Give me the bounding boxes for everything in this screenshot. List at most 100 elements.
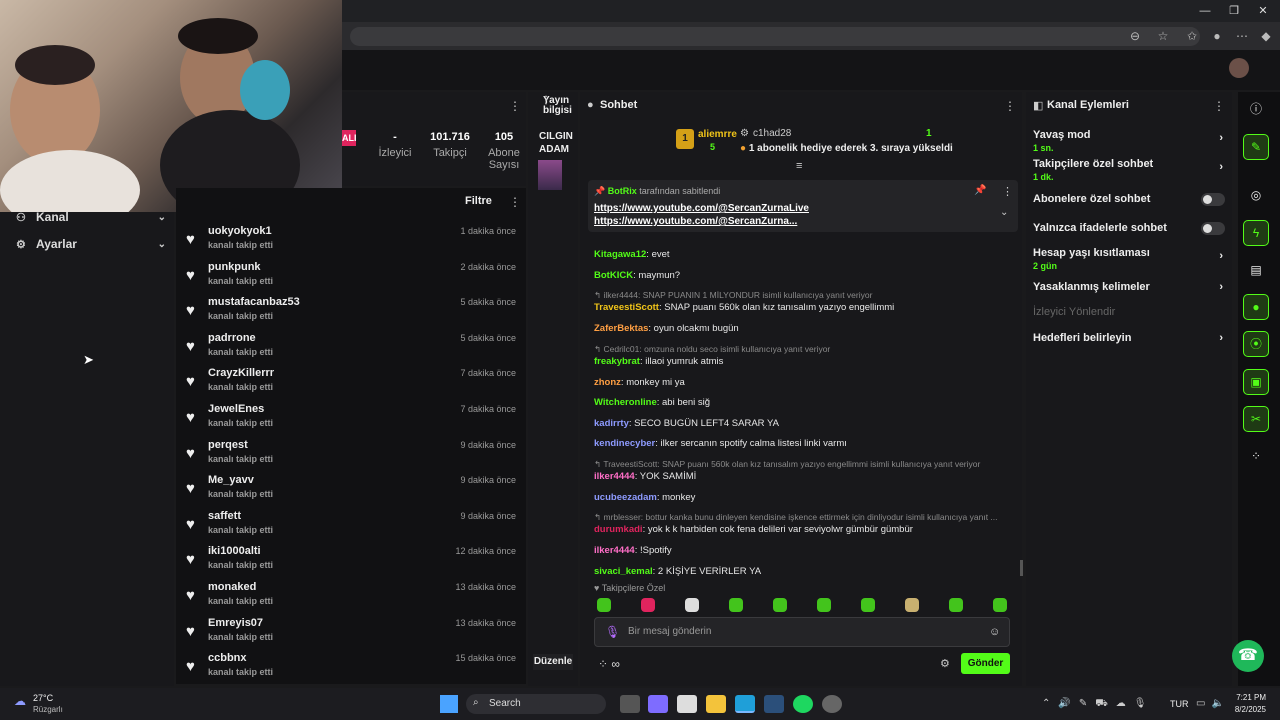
- chat-message[interactable]: freakybrat: illaoi yumruk atmis: [594, 356, 1014, 367]
- chat-username[interactable]: Witcheronline: [594, 397, 657, 408]
- follows-menu-icon[interactable]: ⋮: [509, 195, 521, 209]
- action-account-age[interactable]: Hesap yaşı kısıtlaması 2 gün ›: [1033, 247, 1225, 271]
- chevron-down-icon[interactable]: ⌄: [1000, 207, 1008, 218]
- favorites-icon[interactable]: ✩: [1183, 28, 1201, 44]
- follower-name[interactable]: Me_yavv: [208, 474, 254, 486]
- chat-username[interactable]: ucubeezadam: [594, 492, 657, 503]
- copilot-app-icon[interactable]: [648, 695, 668, 713]
- follow-row[interactable]: ♥ punkpunk kanalı takip etti 2 dakika önce: [186, 261, 516, 295]
- follower-name[interactable]: monaked: [208, 581, 256, 593]
- chat-settings-gear-icon[interactable]: ⚙: [940, 657, 950, 670]
- edit-icon[interactable]: ✎: [1243, 134, 1269, 160]
- maximize-button[interactable]: ❐: [1219, 3, 1249, 19]
- chat-username[interactable]: TraveestiScott: [594, 302, 659, 313]
- chat-username[interactable]: kendinecyber: [594, 438, 655, 449]
- obs-icon[interactable]: [822, 695, 842, 713]
- emote[interactable]: [597, 598, 611, 612]
- stats-menu-icon[interactable]: ⋮: [509, 99, 521, 113]
- printer-icon[interactable]: ▣: [1243, 369, 1269, 395]
- document-icon[interactable]: ▤: [1243, 257, 1269, 283]
- emote[interactable]: [949, 598, 963, 612]
- actions-menu-icon[interactable]: ⋮: [1213, 99, 1225, 113]
- chat-username[interactable]: freakybrat: [594, 356, 640, 367]
- follow-row[interactable]: ♥ saffett kanalı takip etti 9 dakika önce: [186, 510, 516, 544]
- chat-message[interactable]: Witcheronline: abi beni siğ: [594, 397, 1014, 408]
- chat-username[interactable]: ilker4444: [594, 545, 635, 556]
- action-goals[interactable]: Hedefleri belirleyin ›: [1033, 332, 1225, 344]
- follower-name[interactable]: JewelEnes: [208, 403, 264, 415]
- chat-message[interactable]: ucubeezadam: monkey: [594, 492, 1014, 503]
- copilot-icon[interactable]: ◆: [1257, 28, 1275, 44]
- spotify-icon[interactable]: [793, 695, 813, 713]
- emoji-icon[interactable]: ☺: [989, 626, 1000, 638]
- subscribers-only-toggle[interactable]: [1201, 193, 1225, 206]
- info-icon[interactable]: ⓘ: [1243, 96, 1269, 122]
- chat-bubble-icon[interactable]: ●: [1243, 294, 1269, 320]
- camera-icon[interactable]: ◎: [1243, 182, 1269, 208]
- chat-username[interactable]: sivaci_kemal: [594, 566, 653, 577]
- filter-button[interactable]: Filtre: [465, 195, 492, 207]
- follow-row[interactable]: ♥ Me_yavv kanalı takip etti 9 dakika önce: [186, 474, 516, 508]
- pinned-menu-icon[interactable]: ⋮: [1002, 185, 1013, 198]
- clock-date[interactable]: 8/2/2025: [1228, 705, 1266, 714]
- chat-message[interactable]: ilker4444: YOK SAMİMİ: [594, 471, 1014, 482]
- task-view-icon[interactable]: [620, 695, 640, 713]
- lightning-icon[interactable]: ϟ: [1243, 220, 1269, 246]
- follow-row[interactable]: ♥ ccbbnx kanalı takip etti 15 dakika önce: [186, 652, 516, 686]
- start-button[interactable]: [440, 695, 458, 713]
- chat-message[interactable]: TraveestiScott: SNAP puanı 560k olan kız…: [594, 302, 1014, 313]
- steam-icon[interactable]: [764, 695, 784, 713]
- close-window-button[interactable]: ✕: [1248, 3, 1278, 19]
- emote[interactable]: [641, 598, 655, 612]
- more-icon[interactable]: ⋯: [1233, 28, 1251, 44]
- follower-name[interactable]: mustafacanbaz53: [208, 296, 300, 308]
- bookmark-star-icon[interactable]: ☆: [1154, 28, 1172, 44]
- language-indicator[interactable]: TUR: [1170, 699, 1189, 709]
- chat-username[interactable]: ZaferBektas: [594, 323, 648, 334]
- wrench-icon[interactable]: ✂: [1243, 406, 1269, 432]
- pinned-link-2[interactable]: https://www.youtube.com/@SercanZurna...: [594, 216, 797, 227]
- microphone-icon[interactable]: 🎙: [605, 625, 620, 639]
- follow-row[interactable]: ♥ JewelEnes kanalı takip etti 7 dakika önce: [186, 403, 516, 437]
- follower-name[interactable]: CrayzKillerrr: [208, 367, 274, 379]
- store-icon[interactable]: [677, 695, 697, 713]
- taskbar-search[interactable]: [466, 694, 606, 714]
- follower-name[interactable]: ccbbnx: [208, 652, 247, 664]
- action-banned-words[interactable]: Yasaklanmış kelimeler ›: [1033, 281, 1225, 293]
- chat-message[interactable]: kadirrty: SECO BUGÜN LEFT4 SARAR YA: [594, 418, 1014, 429]
- emote[interactable]: [905, 598, 919, 612]
- action-emotes-only[interactable]: Yalnızca ifadelerle sohbet: [1033, 222, 1225, 235]
- chat-message[interactable]: ZaferBektas: oyun olcakmı bugün: [594, 323, 1014, 334]
- url-input[interactable]: [350, 27, 1200, 46]
- edge-icon[interactable]: [735, 695, 755, 713]
- clock-time[interactable]: 7:21 PM: [1228, 693, 1266, 702]
- expand-icon[interactable]: ≡: [796, 160, 802, 172]
- minimize-button[interactable]: —: [1190, 3, 1220, 19]
- chat-message[interactable]: BotKICK: maymun?: [594, 270, 1014, 281]
- follow-row[interactable]: ♥ mustafacanbaz53 kanalı takip etti 5 dakik…: [186, 296, 516, 330]
- chat-message[interactable]: kendinecyber: ilker sercanın spotify cal…: [594, 438, 1014, 449]
- chat-message[interactable]: Kitagawa12: evet: [594, 249, 1014, 260]
- follow-row[interactable]: ♥ perqest kanalı takip etti 9 dakika önce: [186, 439, 516, 473]
- emote[interactable]: [861, 598, 875, 612]
- emote[interactable]: [993, 598, 1007, 612]
- emote[interactable]: [729, 598, 743, 612]
- emote[interactable]: [685, 598, 699, 612]
- unpin-icon[interactable]: 📌: [974, 185, 986, 196]
- action-subscribers-only[interactable]: Abonelere özel sohbet: [1033, 193, 1225, 206]
- chat-message[interactable]: zhonz: monkey mi ya: [594, 377, 1014, 388]
- profile-icon[interactable]: ●: [1208, 28, 1226, 44]
- action-slow-mode[interactable]: Yavaş mod 1 sn. ›: [1033, 129, 1225, 153]
- user-avatar[interactable]: [1229, 58, 1249, 78]
- emotes-only-toggle[interactable]: [1201, 222, 1225, 235]
- pinned-link-1[interactable]: https://www.youtube.com/@SercanZurnaLive: [594, 203, 809, 214]
- emote[interactable]: [817, 598, 831, 612]
- follow-row[interactable]: ♥ Emreyis07 kanalı takip etti 13 dakika önc…: [186, 617, 516, 651]
- chat-username[interactable]: kadirrty: [594, 418, 629, 429]
- follow-row[interactable]: ♥ monaked kanalı takip etti 13 dakika önce: [186, 581, 516, 615]
- chat-username[interactable]: ilker4444: [594, 471, 635, 482]
- follow-row[interactable]: ♥ CrayzKillerrr kanalı takip etti 7 dakika …: [186, 367, 516, 401]
- chat-username[interactable]: durumkadi: [594, 524, 643, 535]
- follower-name[interactable]: padrrone: [208, 332, 256, 344]
- follower-name[interactable]: perqest: [208, 439, 248, 451]
